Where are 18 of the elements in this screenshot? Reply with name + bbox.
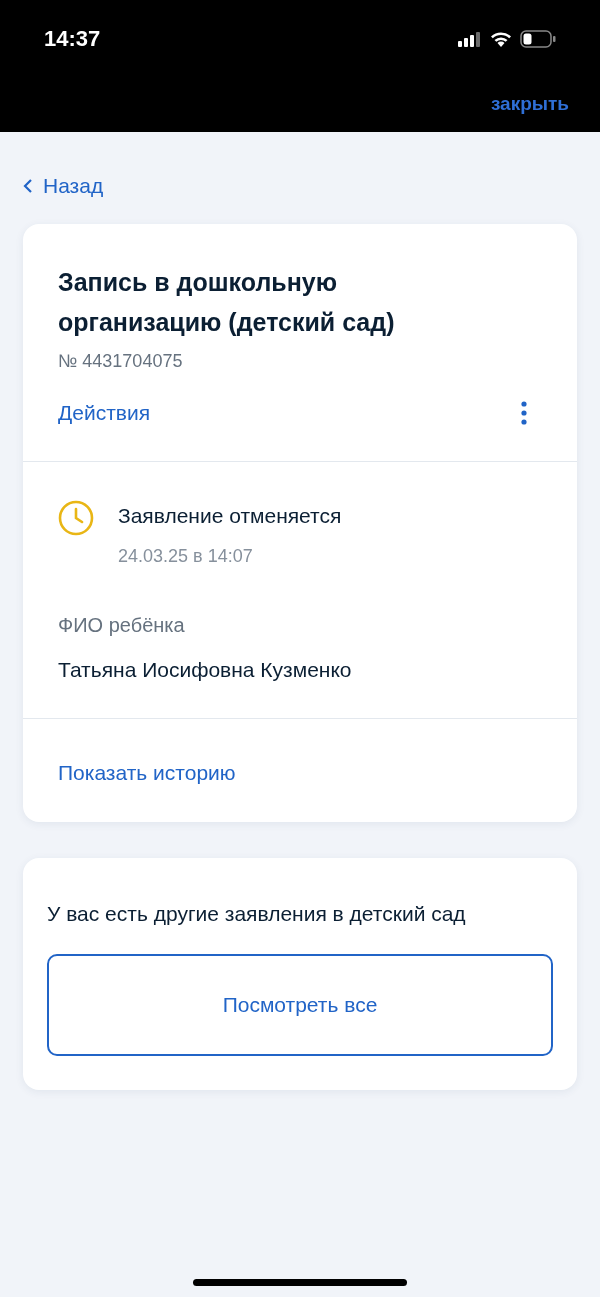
info-text: У вас есть другие заявления в детский сад	[47, 901, 467, 927]
view-all-button[interactable]: Посмотреть все	[47, 953, 553, 1056]
history-link[interactable]: Показать историю	[58, 760, 236, 784]
status-date: 24.03.25 в 14:07	[118, 545, 254, 568]
status-time: 14:37	[44, 25, 101, 53]
field-label: ФИО ребёнка	[58, 613, 186, 638]
chevron-left-icon	[23, 179, 33, 193]
more-icon[interactable]	[520, 400, 528, 425]
status-text: Заявление отменяется	[118, 502, 342, 529]
battery-icon	[520, 29, 556, 48]
actions-link[interactable]: Действия	[58, 397, 150, 429]
card-title: Запись в дошкольную организацию (детский сад)	[58, 267, 396, 338]
field-value: Татьяна Иосифовна Кузменко	[58, 657, 353, 683]
close-link[interactable]: закрыть	[490, 90, 569, 119]
wifi-icon	[490, 30, 512, 47]
signal-icon	[458, 30, 482, 47]
back-link[interactable]: Назад	[23, 172, 104, 200]
application-number: № 4431704075	[58, 350, 184, 373]
